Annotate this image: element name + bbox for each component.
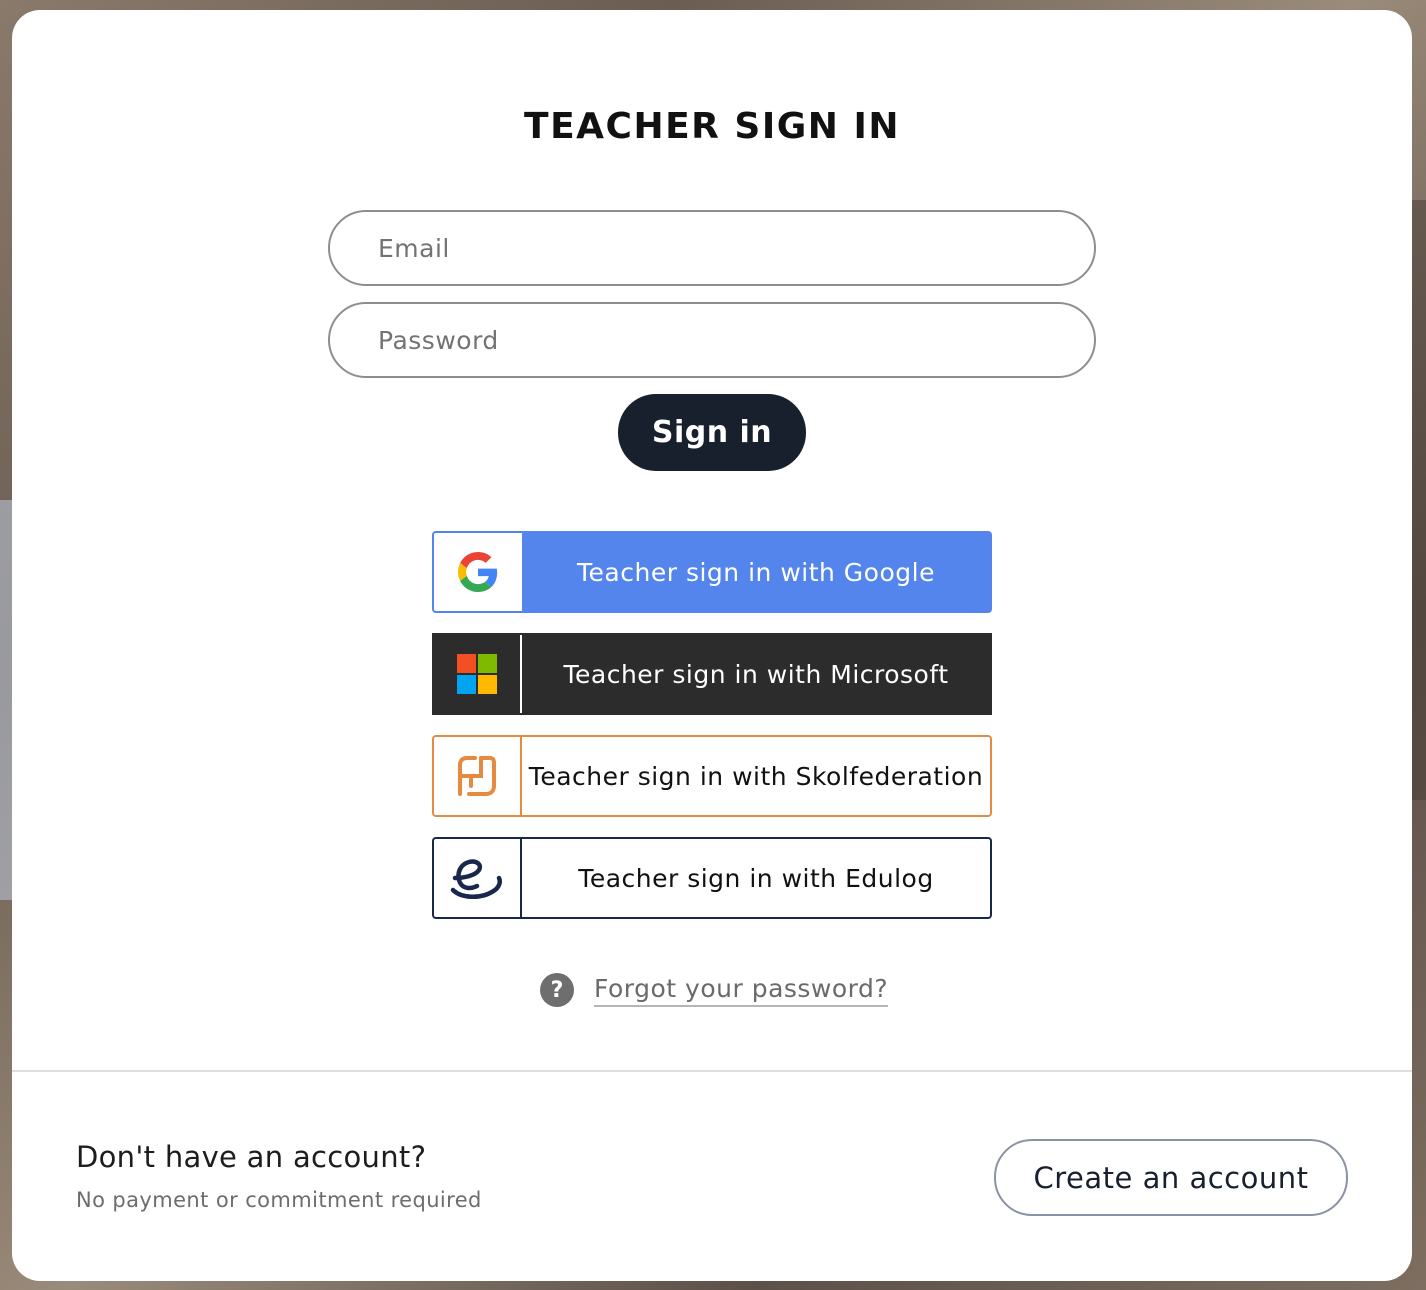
forgot-password-row: ? Forgot your password? [540,970,889,1010]
footer-divider [12,1070,1412,1072]
google-sign-in-label: Teacher sign in with Google [577,557,935,587]
create-account-button[interactable]: Create an account [994,1139,1348,1216]
help-icon: ? [540,973,574,1007]
google-sign-in-button[interactable]: Teacher sign in with Google [432,531,992,613]
skolfederation-sign-in-label: Teacher sign in with Skolfederation [528,761,984,791]
no-payment-subtext: No payment or commitment required [76,1188,482,1212]
email-input[interactable] [328,210,1096,286]
skolfederation-sign-in-button[interactable]: Teacher sign in with Skolfederation [432,735,992,817]
page-title: TEACHER SIGN IN [524,106,900,147]
google-icon [434,533,522,611]
edulog-sign-in-label: Teacher sign in with Edulog [578,863,934,893]
forgot-password-link[interactable]: Forgot your password? [594,974,889,1007]
password-input[interactable] [328,302,1096,378]
edulog-sign-in-button[interactable]: Teacher sign in with Edulog [432,837,992,919]
microsoft-sign-in-button[interactable]: Teacher sign in with Microsoft [432,633,992,715]
microsoft-sign-in-label: Teacher sign in with Microsoft [563,659,949,689]
edulog-icon [434,839,522,917]
sign-in-button[interactable]: Sign in [618,394,806,471]
microsoft-icon [434,635,522,713]
no-account-heading: Don't have an account? [76,1140,427,1174]
sign-in-modal: TEACHER SIGN IN Sign in Teacher sign in … [12,10,1412,1281]
skolfederation-icon [434,737,522,815]
